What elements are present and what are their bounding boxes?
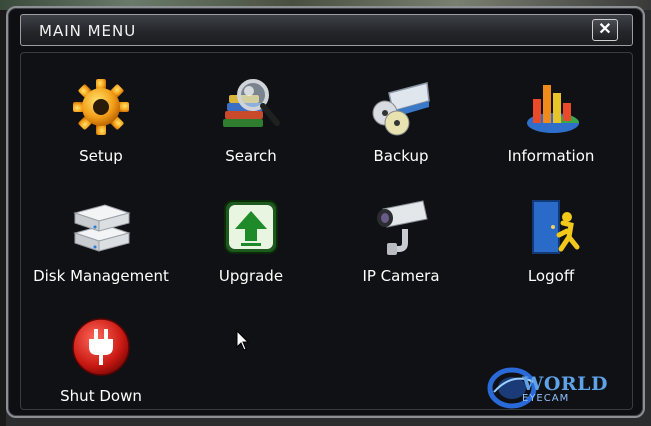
logo-text-eyecam: EYECAM — [522, 393, 570, 404]
power-plug-icon — [72, 318, 130, 376]
window-title: MAIN MENU — [39, 22, 137, 40]
gear-icon — [73, 79, 129, 135]
menu-item-upgrade[interactable]: Upgrade — [176, 195, 326, 285]
menu-item-information[interactable]: Information — [476, 75, 626, 165]
menu-item-ip-camera[interactable]: IP Camera — [326, 195, 476, 285]
menu-item-label: Information — [507, 147, 595, 165]
magnifier-books-icon — [223, 79, 280, 127]
menu-item-label: Shut Down — [60, 387, 142, 405]
title-bar: MAIN MENU ✕ — [20, 14, 633, 46]
close-button[interactable]: ✕ — [592, 19, 618, 41]
menu-item-label: Disk Management — [33, 267, 169, 285]
menu-item-label: Search — [225, 147, 277, 165]
backup-discs-icon — [372, 82, 430, 136]
menu-grid: Setup Search Backup Information Disk Man… — [20, 52, 633, 410]
menu-item-backup[interactable]: Backup — [326, 75, 476, 165]
menu-item-label: Upgrade — [218, 267, 284, 285]
logo-text-world: WORLD — [522, 373, 609, 395]
menu-item-label: Logoff — [527, 267, 575, 285]
menu-item-setup[interactable]: Setup — [26, 75, 176, 165]
close-icon: ✕ — [598, 21, 612, 38]
menu-item-label: Backup — [373, 147, 429, 165]
logoff-door-icon — [532, 200, 580, 254]
menu-item-shut-down[interactable]: Shut Down — [26, 315, 176, 405]
hard-disk-icon — [73, 204, 131, 252]
upgrade-arrow-icon — [224, 200, 278, 254]
menu-item-label: Setup — [79, 147, 123, 165]
menu-item-disk-management[interactable]: Disk Management — [26, 195, 176, 285]
menu-item-logoff[interactable]: Logoff — [476, 195, 626, 285]
menu-item-search[interactable]: Search — [176, 75, 326, 165]
main-menu-window: MAIN MENU ✕ Setup Search Backup Informat… — [6, 6, 645, 418]
security-camera-icon — [377, 200, 428, 255]
menu-item-label: IP Camera — [362, 267, 440, 285]
chart-icon — [527, 85, 580, 133]
mouse-pointer-icon — [236, 330, 250, 351]
